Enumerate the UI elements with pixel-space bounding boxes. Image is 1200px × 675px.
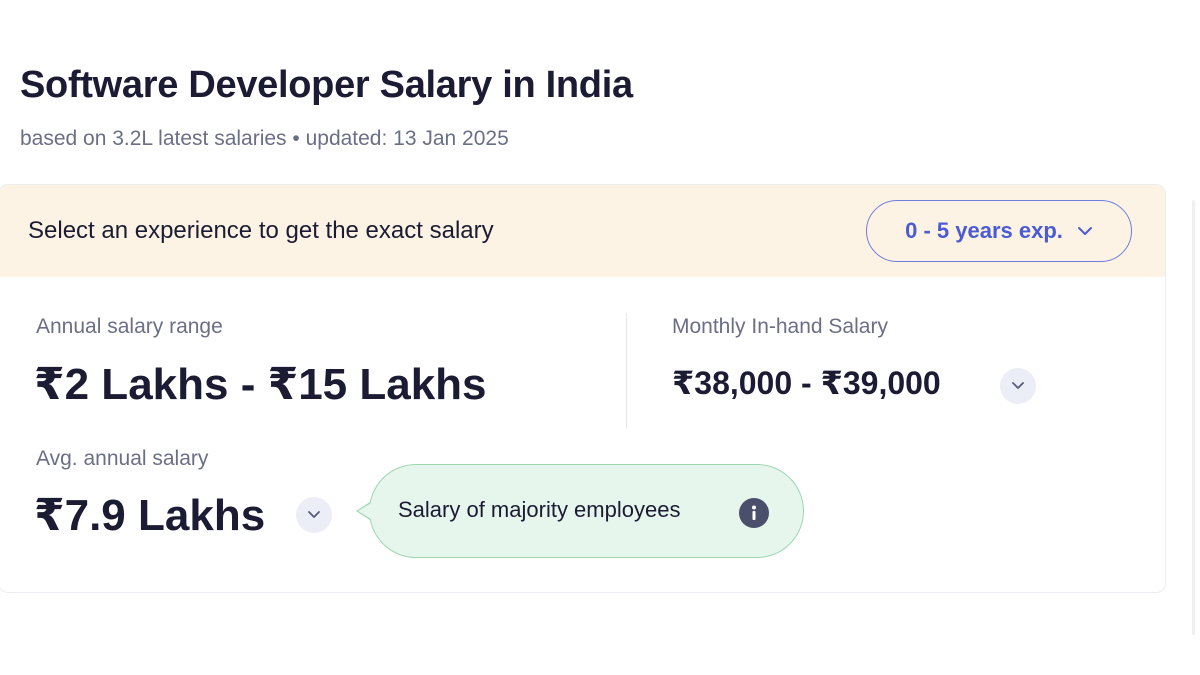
majority-salary-tooltip: Salary of majority employees — [369, 464, 804, 558]
chevron-down-icon — [307, 506, 321, 524]
tooltip-text: Salary of majority employees — [398, 497, 681, 522]
avg-salary-expand-button[interactable] — [296, 497, 332, 533]
experience-dropdown-value: 0 - 5 years exp. — [905, 218, 1063, 243]
chevron-down-icon — [1077, 226, 1093, 236]
scrollbar-track[interactable] — [1192, 200, 1195, 635]
page-subtitle: based on 3.2L latest salaries • updated:… — [20, 127, 509, 150]
tooltip-pointer-fill — [358, 503, 371, 519]
annual-range-label: Annual salary range — [36, 315, 223, 338]
experience-dropdown[interactable]: 0 - 5 years exp. — [866, 200, 1132, 262]
info-icon[interactable] — [739, 498, 769, 528]
salary-card: Select an experience to get the exact sa… — [0, 184, 1166, 593]
monthly-salary-expand-button[interactable] — [1000, 368, 1036, 404]
page-title: Software Developer Salary in India — [20, 64, 633, 106]
avg-salary-label: Avg. annual salary — [36, 447, 209, 470]
experience-selector-bar: Select an experience to get the exact sa… — [0, 185, 1165, 277]
experience-prompt: Select an experience to get the exact sa… — [28, 217, 494, 244]
monthly-salary-value: ₹38,000 - ₹39,000 — [672, 365, 941, 401]
annual-range-value: ₹2 Lakhs - ₹15 Lakhs — [34, 360, 487, 409]
monthly-salary-label: Monthly In-hand Salary — [672, 315, 888, 338]
column-divider — [626, 313, 627, 428]
chevron-down-icon — [1011, 377, 1025, 395]
avg-salary-value: ₹7.9 Lakhs — [34, 491, 266, 540]
salary-page: Software Developer Salary in India based… — [0, 0, 1200, 675]
